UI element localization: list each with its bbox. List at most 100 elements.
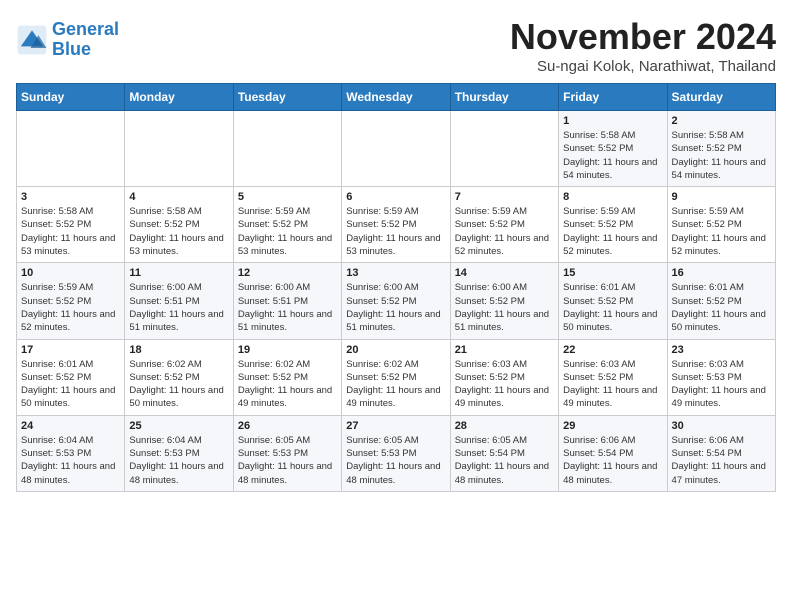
calendar-cell: 14 Sunrise: 6:00 AMSunset: 5:52 PMDayligh… bbox=[450, 263, 558, 339]
day-number: 13 bbox=[346, 267, 445, 279]
day-info: Sunrise: 6:02 AMSunset: 5:52 PMDaylight:… bbox=[238, 358, 337, 411]
weekday-header: Tuesday bbox=[233, 84, 341, 111]
day-info: Sunrise: 6:00 AMSunset: 5:51 PMDaylight:… bbox=[129, 281, 228, 334]
day-number: 7 bbox=[455, 191, 554, 203]
calendar-week-row: 10 Sunrise: 5:59 AMSunset: 5:52 PMDayligh… bbox=[17, 263, 776, 339]
calendar-cell: 24 Sunrise: 6:04 AMSunset: 5:53 PMDayligh… bbox=[17, 415, 125, 491]
day-number: 2 bbox=[672, 115, 771, 127]
day-number: 21 bbox=[455, 344, 554, 356]
calendar-cell: 29 Sunrise: 6:06 AMSunset: 5:54 PMDayligh… bbox=[559, 415, 667, 491]
day-number: 8 bbox=[563, 191, 662, 203]
day-info: Sunrise: 5:59 AMSunset: 5:52 PMDaylight:… bbox=[672, 205, 771, 258]
day-info: Sunrise: 6:00 AMSunset: 5:52 PMDaylight:… bbox=[346, 281, 445, 334]
calendar-cell bbox=[125, 111, 233, 187]
day-info: Sunrise: 6:06 AMSunset: 5:54 PMDaylight:… bbox=[563, 434, 662, 487]
calendar-cell: 25 Sunrise: 6:04 AMSunset: 5:53 PMDayligh… bbox=[125, 415, 233, 491]
calendar-cell: 11Sunrise: 6:00 AMSunset: 5:51 PMDayligh… bbox=[125, 263, 233, 339]
calendar-cell: 4 Sunrise: 5:58 AMSunset: 5:52 PMDaylight… bbox=[125, 187, 233, 263]
day-number: 24 bbox=[21, 420, 120, 432]
day-number: 30 bbox=[672, 420, 771, 432]
calendar-cell: 5 Sunrise: 5:59 AMSunset: 5:52 PMDaylight… bbox=[233, 187, 341, 263]
day-info: Sunrise: 5:58 AMSunset: 5:52 PMDaylight:… bbox=[21, 205, 120, 258]
calendar-cell: 7 Sunrise: 5:59 AMSunset: 5:52 PMDaylight… bbox=[450, 187, 558, 263]
calendar-table: SundayMondayTuesdayWednesdayThursdayFrid… bbox=[16, 83, 776, 492]
day-number: 5 bbox=[238, 191, 337, 203]
calendar-cell bbox=[233, 111, 341, 187]
calendar-cell: 3 Sunrise: 5:58 AMSunset: 5:52 PMDaylight… bbox=[17, 187, 125, 263]
day-info: Sunrise: 6:03 AMSunset: 5:53 PMDaylight:… bbox=[672, 358, 771, 411]
day-number: 10 bbox=[21, 267, 120, 279]
day-number: 3 bbox=[21, 191, 120, 203]
day-info: Sunrise: 5:58 AMSunset: 5:52 PMDaylight:… bbox=[563, 129, 662, 182]
day-info: Sunrise: 6:05 AMSunset: 5:54 PMDaylight:… bbox=[455, 434, 554, 487]
day-number: 15 bbox=[563, 267, 662, 279]
day-info: Sunrise: 6:01 AMSunset: 5:52 PMDaylight:… bbox=[21, 358, 120, 411]
day-info: Sunrise: 6:05 AMSunset: 5:53 PMDaylight:… bbox=[238, 434, 337, 487]
calendar-cell: 30Sunrise: 6:06 AMSunset: 5:54 PMDayligh… bbox=[667, 415, 775, 491]
month-title: November 2024 bbox=[510, 16, 776, 58]
calendar-cell: 21 Sunrise: 6:03 AMSunset: 5:52 PMDayligh… bbox=[450, 339, 558, 415]
day-info: Sunrise: 5:59 AMSunset: 5:52 PMDaylight:… bbox=[21, 281, 120, 334]
calendar-cell: 18Sunrise: 6:02 AMSunset: 5:52 PMDayligh… bbox=[125, 339, 233, 415]
day-number: 20 bbox=[346, 344, 445, 356]
day-number: 23 bbox=[672, 344, 771, 356]
day-info: Sunrise: 6:05 AMSunset: 5:53 PMDaylight:… bbox=[346, 434, 445, 487]
title-block: November 2024 Su-ngai Kolok, Narathiwat,… bbox=[510, 16, 776, 75]
day-number: 16 bbox=[672, 267, 771, 279]
day-info: Sunrise: 5:59 AMSunset: 5:52 PMDaylight:… bbox=[238, 205, 337, 258]
weekday-header: Wednesday bbox=[342, 84, 450, 111]
day-number: 1 bbox=[563, 115, 662, 127]
calendar-header-row: SundayMondayTuesdayWednesdayThursdayFrid… bbox=[17, 84, 776, 111]
day-number: 4 bbox=[129, 191, 228, 203]
logo-icon bbox=[16, 24, 48, 56]
calendar-cell: 20Sunrise: 6:02 AMSunset: 5:52 PMDayligh… bbox=[342, 339, 450, 415]
day-number: 25 bbox=[129, 420, 228, 432]
calendar-week-row: 24 Sunrise: 6:04 AMSunset: 5:53 PMDayligh… bbox=[17, 415, 776, 491]
logo-blue: Blue bbox=[52, 39, 91, 59]
day-number: 12 bbox=[238, 267, 337, 279]
day-info: Sunrise: 5:59 AMSunset: 5:52 PMDaylight:… bbox=[455, 205, 554, 258]
day-number: 9 bbox=[672, 191, 771, 203]
day-info: Sunrise: 6:02 AMSunset: 5:52 PMDaylight:… bbox=[129, 358, 228, 411]
calendar-week-row: 3 Sunrise: 5:58 AMSunset: 5:52 PMDaylight… bbox=[17, 187, 776, 263]
calendar-week-row: 17Sunrise: 6:01 AMSunset: 5:52 PMDayligh… bbox=[17, 339, 776, 415]
weekday-header: Thursday bbox=[450, 84, 558, 111]
calendar-cell: 10 Sunrise: 5:59 AMSunset: 5:52 PMDayligh… bbox=[17, 263, 125, 339]
weekday-header: Monday bbox=[125, 84, 233, 111]
day-number: 27 bbox=[346, 420, 445, 432]
calendar-cell bbox=[342, 111, 450, 187]
day-info: Sunrise: 6:01 AMSunset: 5:52 PMDaylight:… bbox=[563, 281, 662, 334]
day-number: 29 bbox=[563, 420, 662, 432]
location: Su-ngai Kolok, Narathiwat, Thailand bbox=[510, 58, 776, 75]
day-info: Sunrise: 5:58 AMSunset: 5:52 PMDaylight:… bbox=[129, 205, 228, 258]
calendar-cell: 19 Sunrise: 6:02 AMSunset: 5:52 PMDayligh… bbox=[233, 339, 341, 415]
calendar-cell: 9 Sunrise: 5:59 AMSunset: 5:52 PMDaylight… bbox=[667, 187, 775, 263]
calendar-cell: 28 Sunrise: 6:05 AMSunset: 5:54 PMDayligh… bbox=[450, 415, 558, 491]
calendar-cell bbox=[17, 111, 125, 187]
calendar-cell: 15 Sunrise: 6:01 AMSunset: 5:52 PMDayligh… bbox=[559, 263, 667, 339]
calendar-cell bbox=[450, 111, 558, 187]
logo: General Blue bbox=[16, 20, 119, 60]
day-number: 26 bbox=[238, 420, 337, 432]
day-info: Sunrise: 6:04 AMSunset: 5:53 PMDaylight:… bbox=[129, 434, 228, 487]
calendar-cell: 16Sunrise: 6:01 AMSunset: 5:52 PMDayligh… bbox=[667, 263, 775, 339]
day-number: 28 bbox=[455, 420, 554, 432]
day-info: Sunrise: 6:00 AMSunset: 5:52 PMDaylight:… bbox=[455, 281, 554, 334]
calendar-cell: 23 Sunrise: 6:03 AMSunset: 5:53 PMDayligh… bbox=[667, 339, 775, 415]
calendar-cell: 17Sunrise: 6:01 AMSunset: 5:52 PMDayligh… bbox=[17, 339, 125, 415]
day-info: Sunrise: 6:03 AMSunset: 5:52 PMDaylight:… bbox=[563, 358, 662, 411]
logo-general: General bbox=[52, 19, 119, 39]
day-number: 14 bbox=[455, 267, 554, 279]
weekday-header: Sunday bbox=[17, 84, 125, 111]
day-info: Sunrise: 5:59 AMSunset: 5:52 PMDaylight:… bbox=[346, 205, 445, 258]
page-header: General Blue November 2024 Su-ngai Kolok… bbox=[16, 16, 776, 75]
calendar-cell: 8Sunrise: 5:59 AMSunset: 5:52 PMDaylight… bbox=[559, 187, 667, 263]
day-info: Sunrise: 5:58 AMSunset: 5:52 PMDaylight:… bbox=[672, 129, 771, 182]
weekday-header: Saturday bbox=[667, 84, 775, 111]
day-info: Sunrise: 6:03 AMSunset: 5:52 PMDaylight:… bbox=[455, 358, 554, 411]
day-info: Sunrise: 6:04 AMSunset: 5:53 PMDaylight:… bbox=[21, 434, 120, 487]
day-number: 19 bbox=[238, 344, 337, 356]
calendar-cell: 1 Sunrise: 5:58 AMSunset: 5:52 PMDaylight… bbox=[559, 111, 667, 187]
calendar-cell: 22Sunrise: 6:03 AMSunset: 5:52 PMDayligh… bbox=[559, 339, 667, 415]
calendar-cell: 26 Sunrise: 6:05 AMSunset: 5:53 PMDayligh… bbox=[233, 415, 341, 491]
